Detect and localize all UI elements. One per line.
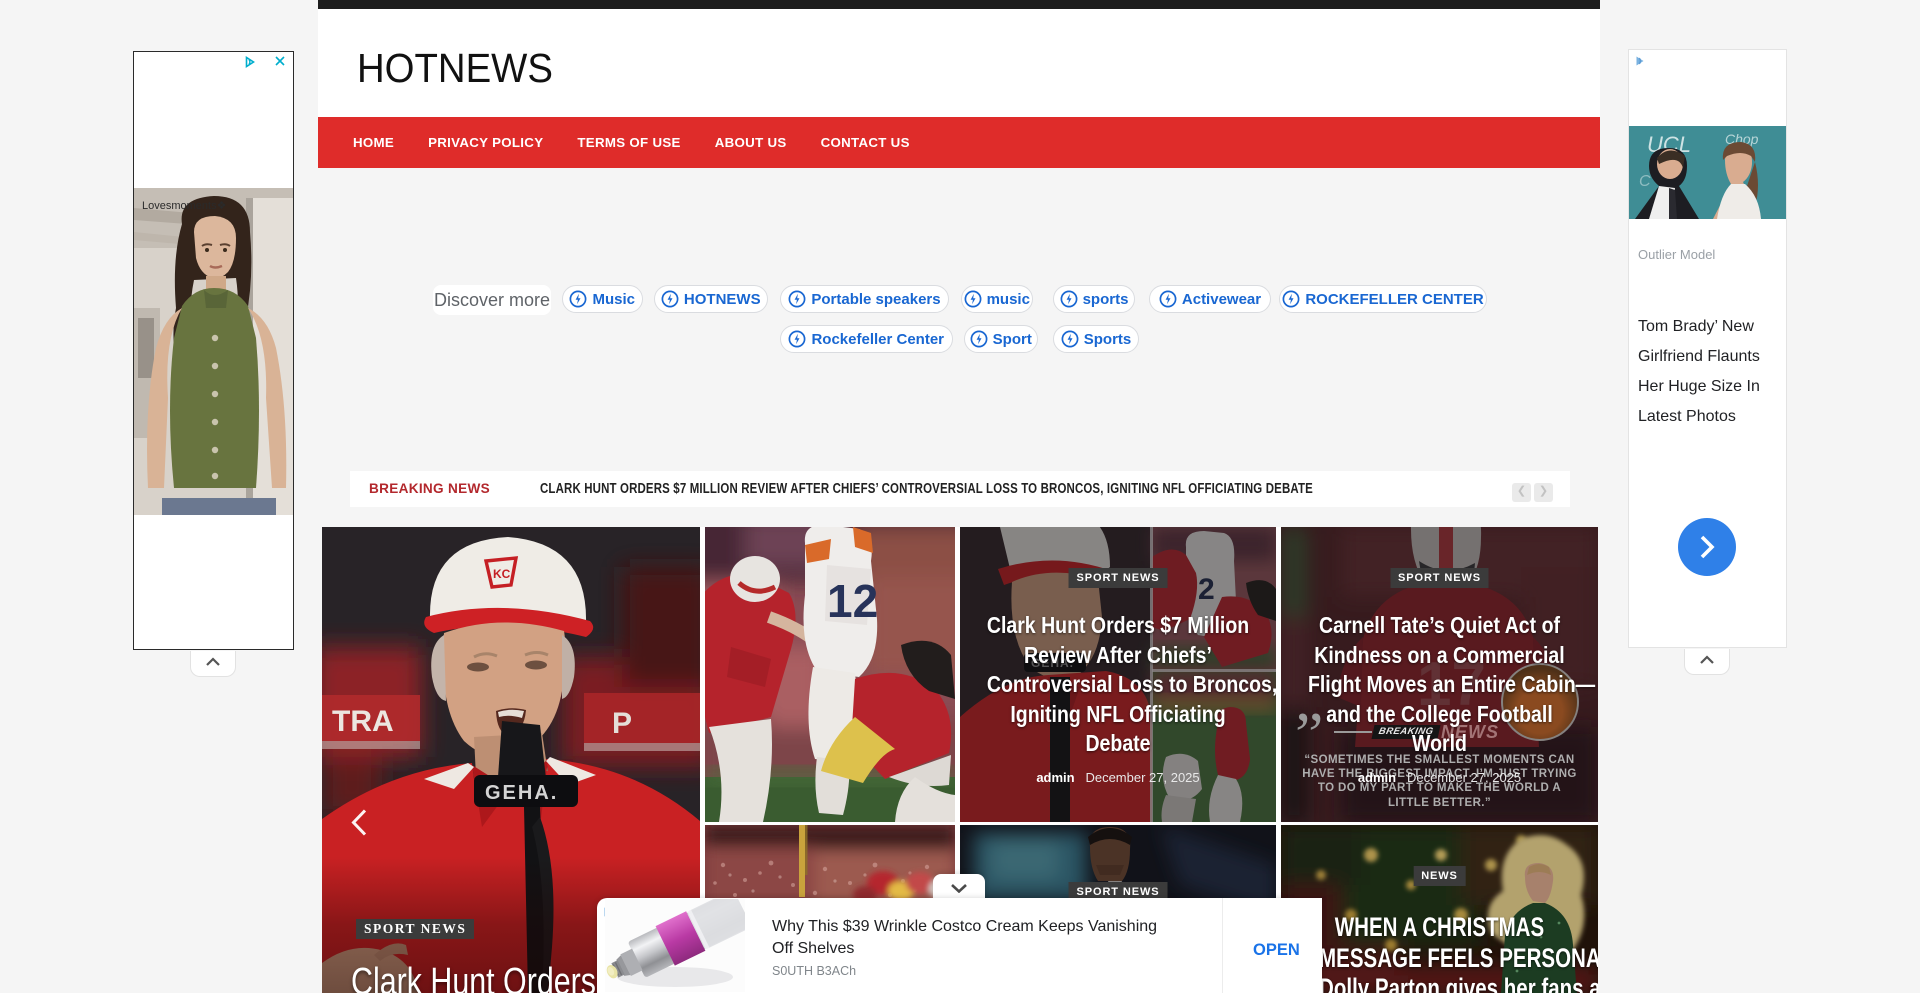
svg-text:Lovesmoments❖: Lovesmoments❖ [142, 200, 226, 212]
svg-text:KC: KC [493, 567, 511, 581]
svg-text:12: 12 [827, 575, 878, 627]
svg-text:C: C [1639, 173, 1651, 190]
svg-text:TRA: TRA [332, 705, 394, 738]
svg-text:P: P [612, 707, 632, 740]
svg-text:GEHA.: GEHA. [485, 782, 558, 804]
